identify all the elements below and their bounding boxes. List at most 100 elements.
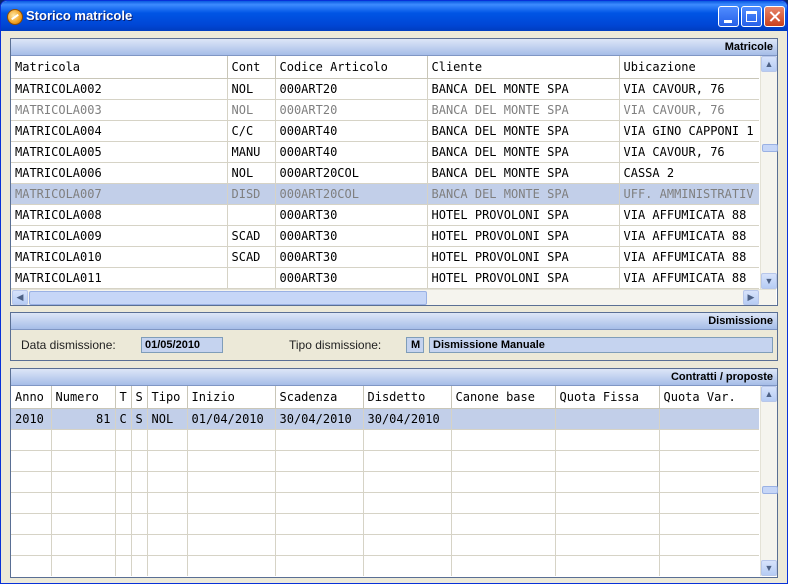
contratti-vscroll-thumb[interactable] — [762, 486, 778, 494]
column-header[interactable]: Disdetto — [363, 386, 452, 409]
empty-cell — [11, 534, 52, 556]
column-header[interactable]: Cont — [227, 56, 276, 79]
data-dismissione-field[interactable]: 01/05/2010 — [141, 337, 223, 353]
tipo-dismissione-label: Tipo dismissione: — [289, 338, 382, 352]
empty-cell — [659, 534, 759, 556]
cell-matricola: MATRICOLA009 — [11, 225, 228, 247]
title-bar[interactable]: Storico matricole — [1, 1, 787, 31]
column-header[interactable]: Ubicazione — [619, 56, 759, 79]
cell-cont: SCAD — [227, 225, 276, 247]
scroll-left-icon[interactable]: ◀ — [12, 290, 28, 305]
cell-ubicazione: UFF. AMMINISTRATIV — [619, 183, 759, 205]
cell-cliente: HOTEL PROVOLONI SPA — [427, 267, 620, 289]
empty-cell — [147, 513, 188, 535]
empty-cell — [451, 555, 556, 576]
contratti-vscroll[interactable]: ▲ ▼ — [760, 386, 778, 576]
cell-cliente: HOTEL PROVOLONI SPA — [427, 204, 620, 226]
empty-cell — [363, 555, 452, 576]
empty-cell — [51, 492, 116, 514]
scroll-down-icon[interactable]: ▼ — [761, 560, 777, 576]
empty-cell — [131, 534, 148, 556]
table-row[interactable]: 2010 81 C S NOL 01/04/2010 30/04/2010 30/04/201… — [11, 408, 759, 430]
matricole-hscroll-thumb[interactable] — [29, 291, 427, 305]
contratti-grid-viewport: Anno Numero T S Tipo Inizio Scadenza Disdetto Ca… — [11, 386, 759, 576]
table-row[interactable]: MATRICOLA009 SCAD 000ART30 HOTEL PROVOLONI … — [11, 225, 759, 247]
column-header[interactable]: Scadenza — [275, 386, 364, 409]
empty-cell — [451, 492, 556, 514]
cell-canone — [451, 408, 556, 430]
empty-cell — [131, 555, 148, 576]
cell-cliente: BANCA DEL MONTE SPA — [427, 162, 620, 184]
cell-s: S — [131, 408, 148, 430]
empty-cell — [275, 492, 364, 514]
storico-matricole-window: Storico matricole Matricole Matricola Con… — [0, 0, 788, 584]
scroll-up-icon[interactable]: ▲ — [761, 56, 777, 72]
tipo-dismissione-desc: Dismissione Manuale — [429, 337, 773, 353]
cell-cont: NOL — [227, 99, 276, 121]
column-header[interactable]: Anno — [11, 386, 52, 409]
column-header[interactable]: Codice Articolo — [275, 56, 428, 79]
close-button[interactable] — [764, 6, 785, 27]
empty-cell — [11, 450, 52, 472]
column-header[interactable]: Numero — [51, 386, 116, 409]
empty-cell — [275, 471, 364, 493]
contratti-table: Anno Numero T S Tipo Inizio Scadenza Disdetto Ca… — [11, 386, 759, 576]
cell-quota_fissa — [555, 408, 660, 430]
empty-cell — [659, 513, 759, 535]
scroll-right-icon[interactable]: ▶ — [743, 290, 759, 305]
empty-cell — [555, 534, 660, 556]
table-row[interactable]: MATRICOLA005 MANU 000ART40 BANCA DEL MONTE … — [11, 141, 759, 163]
minimize-button[interactable] — [718, 6, 739, 27]
empty-cell — [451, 534, 556, 556]
cell-codice: 000ART20COL — [275, 162, 428, 184]
matricole-panel: Matricole Matricola Cont Codice Articolo Cl… — [10, 38, 778, 306]
empty-cell — [115, 555, 132, 576]
matricole-vscroll[interactable]: ▲ ▼ — [760, 56, 778, 289]
empty-cell — [555, 513, 660, 535]
empty-cell — [363, 450, 452, 472]
column-header[interactable]: Canone base — [451, 386, 556, 409]
table-row[interactable]: MATRICOLA003 NOL 000ART20 BANCA DEL MONTE S… — [11, 99, 759, 121]
table-row[interactable]: MATRICOLA010 SCAD 000ART30 HOTEL PROVOLONI … — [11, 246, 759, 268]
column-header[interactable]: Matricola — [11, 56, 228, 79]
column-header[interactable]: Inizio — [187, 386, 276, 409]
empty-row — [11, 513, 759, 535]
empty-cell — [187, 492, 276, 514]
column-header[interactable]: Tipo — [147, 386, 188, 409]
table-row[interactable]: MATRICOLA007 DISD 000ART20COL BANCA DEL MON… — [11, 183, 759, 205]
matricole-table: Matricola Cont Codice Articolo Cliente Ubica… — [11, 56, 759, 289]
matricole-hscroll[interactable]: ◀ ▶ — [11, 289, 776, 305]
empty-cell — [275, 555, 364, 576]
cell-cliente: BANCA DEL MONTE SPA — [427, 120, 620, 142]
column-header[interactable]: Quota Var. — [659, 386, 759, 409]
column-header[interactable]: S — [131, 386, 148, 409]
table-row[interactable]: MATRICOLA006 NOL 000ART20COL BANCA DEL MONT… — [11, 162, 759, 184]
empty-cell — [147, 534, 188, 556]
empty-cell — [51, 471, 116, 493]
scroll-up-icon[interactable]: ▲ — [761, 386, 777, 402]
empty-cell — [555, 555, 660, 576]
column-header[interactable]: Quota Fissa — [555, 386, 660, 409]
table-row[interactable]: MATRICOLA011 000ART30 HOTEL PROVOLONI SPA V… — [11, 267, 759, 289]
cell-matricola: MATRICOLA005 — [11, 141, 228, 163]
empty-cell — [659, 450, 759, 472]
scroll-down-icon[interactable]: ▼ — [761, 273, 777, 289]
tipo-dismissione-code[interactable]: M — [406, 337, 424, 353]
cell-codice: 000ART40 — [275, 141, 428, 163]
empty-cell — [187, 513, 276, 535]
maximize-button[interactable] — [741, 6, 762, 27]
empty-cell — [659, 555, 759, 576]
matricole-vscroll-thumb[interactable] — [762, 144, 778, 152]
table-row[interactable]: MATRICOLA004 C/C 000ART40 BANCA DEL MONTE S… — [11, 120, 759, 142]
empty-cell — [187, 450, 276, 472]
empty-cell — [51, 534, 116, 556]
empty-cell — [659, 492, 759, 514]
table-row[interactable]: MATRICOLA002 NOL 000ART20 BANCA DEL MONTE S… — [11, 78, 759, 100]
column-header[interactable]: Cliente — [427, 56, 620, 79]
cell-matricola: MATRICOLA008 — [11, 204, 228, 226]
cell-ubicazione: VIA CAVOUR, 76 — [619, 99, 759, 121]
table-row[interactable]: MATRICOLA008 000ART30 HOTEL PROVOLONI SPA V… — [11, 204, 759, 226]
empty-cell — [187, 555, 276, 576]
dismissione-panel: Dismissione Data dismissione: 01/05/2010… — [10, 312, 778, 361]
column-header[interactable]: T — [115, 386, 132, 409]
